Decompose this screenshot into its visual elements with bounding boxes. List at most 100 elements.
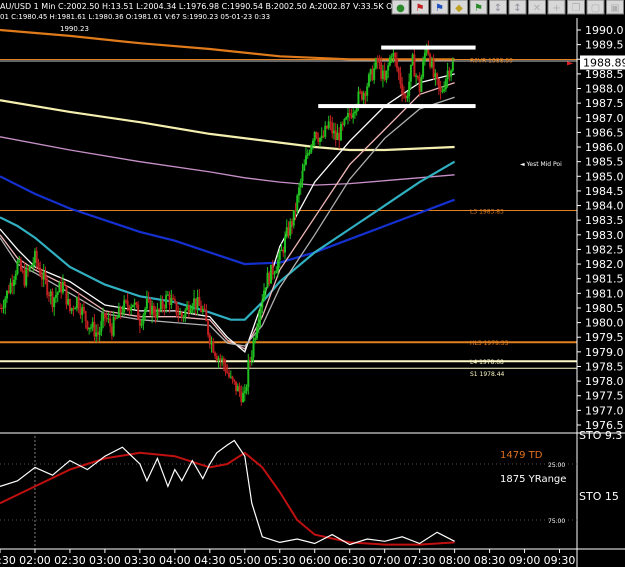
trading-chart: AU/USD 1 Min C:2002.50 H:13.51 L:2004.34… <box>0 0 625 567</box>
svg-text:↕: ↕ <box>494 3 502 14</box>
candle <box>208 332 211 349</box>
window-icon[interactable]: ▣ <box>606 0 624 15</box>
svg-text:⚑: ⚑ <box>474 3 483 14</box>
candle <box>33 248 36 267</box>
candle <box>61 274 64 295</box>
candle <box>0 304 3 313</box>
candle <box>350 108 353 120</box>
stoch-slow-line <box>0 451 455 546</box>
yrange-annotation: 1875 YRange <box>500 474 566 485</box>
candle <box>439 80 442 100</box>
candle <box>42 264 45 288</box>
candle <box>444 77 447 92</box>
candle <box>338 127 341 149</box>
x-tick-label: 02:00 <box>19 554 51 567</box>
cross-icon[interactable]: ✕ <box>528 0 546 15</box>
candle <box>313 131 316 147</box>
candle <box>166 291 169 297</box>
candle <box>72 305 75 317</box>
candle <box>205 304 208 322</box>
candle <box>89 324 92 333</box>
candle <box>387 62 390 79</box>
candle <box>14 270 17 285</box>
diamond-icon[interactable]: ◆ <box>450 0 468 15</box>
x-tick-label: 09:00 <box>509 554 541 567</box>
candle <box>303 159 306 172</box>
candle <box>177 305 180 322</box>
flag-icon[interactable]: ⚑ <box>430 0 449 15</box>
candle <box>84 310 87 329</box>
y-tick-label: 1979.0 <box>585 346 624 359</box>
flag-icon[interactable]: ⚑ <box>469 0 488 15</box>
frog-icon[interactable]: ● <box>391 0 410 15</box>
candle <box>96 323 99 343</box>
candle <box>137 301 140 321</box>
candle <box>53 296 56 316</box>
candle <box>360 90 363 102</box>
header-bar: AU/USD 1 Min C:2002.50 H:13.51 L:2004.34… <box>0 2 397 33</box>
y-tick-label: 1988.5 <box>585 68 624 81</box>
arrows-icon[interactable]: ↕ <box>489 0 507 15</box>
candle <box>56 291 59 302</box>
y-tick-label: 1980.5 <box>585 302 624 315</box>
candle <box>325 125 328 130</box>
candle <box>170 289 173 309</box>
y-tick-label: 1983.0 <box>585 229 624 242</box>
price-axis[interactable]: 1990.01989.51989.01988.51988.01987.51987… <box>567 18 625 567</box>
candle <box>250 350 253 366</box>
level-label: R0VR 1988.99 <box>470 58 513 65</box>
candle <box>411 52 414 66</box>
candle <box>123 295 126 316</box>
y-tick-label: 1983.5 <box>585 214 624 227</box>
candle <box>310 143 313 154</box>
y-tick-label: 1989.5 <box>585 39 624 52</box>
clone-icon[interactable]: ❐ <box>567 0 585 15</box>
candle <box>339 121 342 141</box>
candle <box>79 302 82 319</box>
candle <box>95 324 98 343</box>
candle <box>11 274 14 295</box>
y-tick-label: 1990.0 <box>585 24 624 37</box>
y-tick-label: 1981.0 <box>585 287 624 300</box>
candle <box>191 303 194 314</box>
candle <box>443 81 446 93</box>
box-icon[interactable]: ▢ <box>586 0 605 15</box>
candle <box>299 178 302 195</box>
stoch-fast-line <box>0 439 455 546</box>
candle <box>282 246 285 257</box>
candle <box>180 311 183 322</box>
plus-icon[interactable]: + <box>547 0 566 15</box>
y-tick-label: 1982.0 <box>585 258 624 271</box>
candle <box>362 90 365 105</box>
candle <box>352 106 355 124</box>
arrows-icon[interactable]: ↕ <box>508 0 527 15</box>
candle <box>100 312 103 337</box>
candle <box>353 110 356 119</box>
flag-icon[interactable]: ⚑ <box>411 0 429 15</box>
candle <box>332 122 335 140</box>
candle <box>117 302 120 319</box>
candle <box>152 302 155 318</box>
candle <box>207 320 210 338</box>
candle <box>124 298 127 304</box>
candle <box>297 182 300 203</box>
candle <box>194 298 197 316</box>
candle <box>385 70 388 83</box>
candle <box>334 122 337 147</box>
candle <box>373 62 376 84</box>
time-axis[interactable]: 01:3002:0002:3003:0003:3004:0004:3005:00… <box>0 548 625 567</box>
candle <box>261 294 264 314</box>
candle <box>270 264 273 284</box>
candle <box>341 121 344 131</box>
candle <box>415 73 418 85</box>
candle <box>229 370 232 379</box>
moving-average-line <box>0 136 455 186</box>
candle <box>128 304 131 315</box>
candle <box>91 317 94 332</box>
candle <box>308 149 311 156</box>
level-labels: R0VR 1988.99 L3 1983.83 HL3 1979.33 L4 1978… <box>470 58 562 379</box>
x-tick-label: 05:30 <box>264 554 296 567</box>
candle <box>159 295 162 313</box>
candle <box>222 356 225 371</box>
candle <box>450 69 453 81</box>
